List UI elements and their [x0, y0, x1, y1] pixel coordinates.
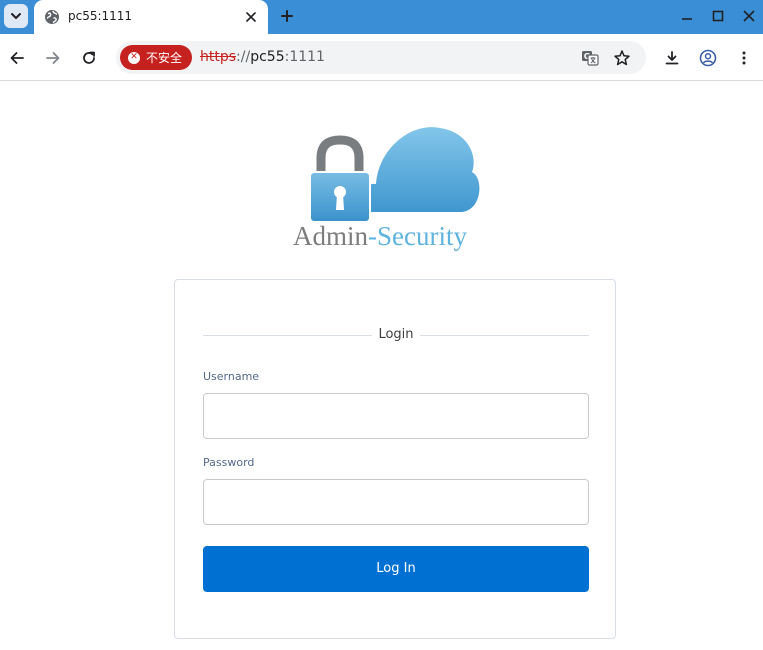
tab-title: pc55:1111: [68, 9, 133, 23]
login-legend: Login: [203, 326, 589, 346]
login-heading: Login: [372, 327, 420, 342]
url-port: :1111: [284, 49, 325, 65]
not-secure-chip[interactable]: ✕ 不安全: [120, 45, 193, 70]
maximize-icon: [712, 10, 724, 22]
forward-button[interactable]: [41, 46, 65, 70]
address-bar[interactable]: ✕ 不安全 https://pc55:1111 G: [116, 41, 646, 74]
browser-menu-button[interactable]: [732, 46, 756, 70]
admin-security-logo: Admin-Security: [293, 127, 480, 251]
lock-icon: [309, 135, 371, 223]
username-label: Username: [203, 370, 260, 383]
url-separator: ://: [236, 49, 251, 65]
reload-icon: [83, 51, 95, 64]
close-icon: [246, 12, 256, 22]
download-icon: [665, 51, 679, 65]
tab-search-button[interactable]: [4, 4, 28, 28]
chevron-down-icon: [11, 13, 21, 19]
browser-toolbar: ✕ 不安全 https://pc55:1111 G: [0, 34, 763, 81]
reload-button[interactable]: [77, 46, 101, 70]
bookmark-button[interactable]: [611, 47, 633, 69]
translate-icon: G: [582, 51, 599, 66]
url-text[interactable]: https://pc55:1111: [200, 49, 325, 66]
arrow-right-icon: [46, 52, 60, 64]
maximize-button[interactable]: [707, 5, 729, 27]
close-icon: [743, 10, 755, 22]
login-button[interactable]: Log In: [203, 546, 589, 592]
password-input[interactable]: [203, 479, 589, 525]
url-scheme: https: [200, 49, 237, 65]
logo-text-dash: -: [368, 221, 377, 251]
svg-text:Admin-Security: Admin-Security: [293, 221, 467, 251]
browser-tab-active[interactable]: pc55:1111: [34, 0, 268, 34]
login-form: Login Username Password Log In: [174, 279, 616, 639]
url-host: pc55: [250, 49, 285, 65]
minimize-button[interactable]: [676, 5, 698, 27]
logo-text-admin: Admin: [293, 221, 369, 251]
tab-close-button[interactable]: [242, 8, 260, 26]
downloads-button[interactable]: [660, 46, 684, 70]
translate-button[interactable]: G: [579, 47, 601, 69]
new-tab-button[interactable]: [276, 5, 298, 27]
star-icon: [614, 50, 630, 66]
browser-tab-strip: pc55:1111: [0, 0, 763, 34]
password-label: Password: [203, 456, 255, 469]
profile-button[interactable]: [696, 46, 720, 70]
logo-text-security: Security: [377, 221, 467, 251]
window-close-button[interactable]: [738, 5, 760, 27]
cloud-icon: [359, 127, 480, 212]
more-vert-icon: [742, 51, 746, 65]
arrow-left-icon: [10, 52, 24, 64]
not-secure-label: 不安全: [146, 50, 183, 65]
globe-icon: [45, 10, 59, 24]
username-input[interactable]: [203, 393, 589, 439]
warning-icon: ✕: [128, 51, 140, 64]
account-icon: [699, 49, 717, 67]
back-button[interactable]: [5, 46, 29, 70]
plus-icon: [281, 10, 293, 22]
minimize-icon: [682, 18, 692, 20]
